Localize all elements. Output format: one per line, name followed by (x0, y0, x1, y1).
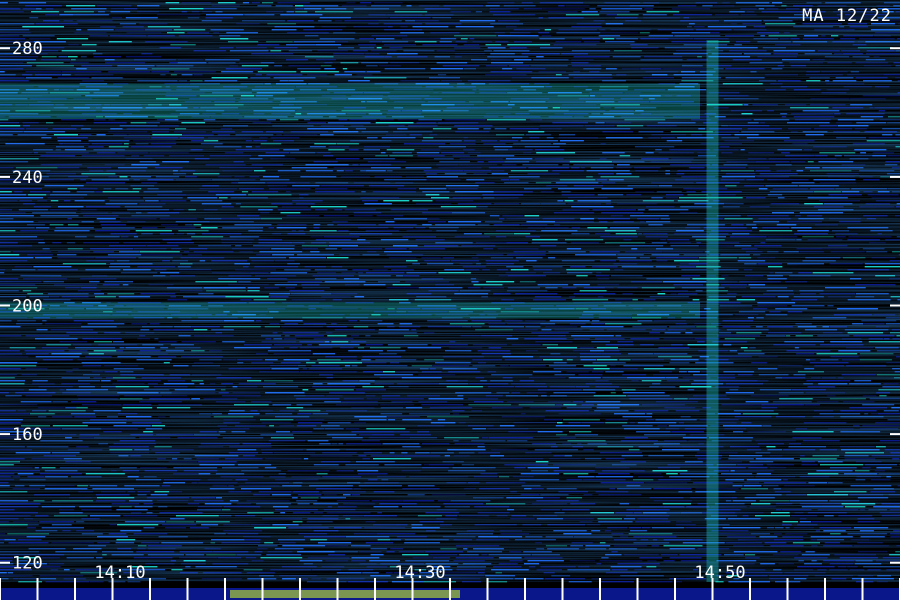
y-tick-label: 240 (12, 168, 43, 188)
x-tick-label: 14:10 (94, 563, 145, 583)
y-tick-label: 120 (12, 554, 43, 574)
grain-overlay (0, 0, 900, 582)
y-tick-label: 200 (12, 297, 43, 317)
bottom-strip-peak (230, 590, 460, 598)
spectrogram-plot: 120 160 200 240 280 14:10 14:30 14:50 (0, 0, 900, 600)
station-label: MA 12/22 (802, 6, 892, 26)
x-tick-label: 14:50 (694, 563, 745, 583)
spectrogram-chart: 120 160 200 240 280 14:10 14:30 14:50 MA 12/22 (0, 0, 900, 600)
y-tick-label: 280 (12, 39, 43, 59)
y-tick-label: 160 (12, 425, 43, 445)
x-tick-label: 14:30 (394, 563, 445, 583)
